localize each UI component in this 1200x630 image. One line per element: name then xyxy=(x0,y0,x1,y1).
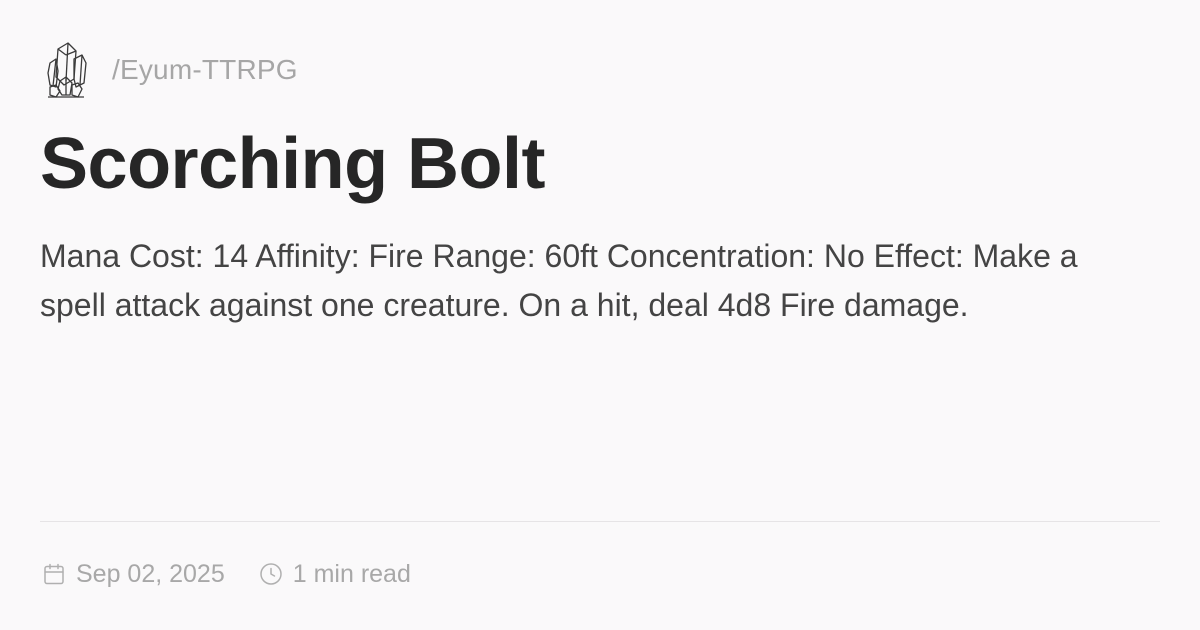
clock-icon xyxy=(260,563,282,585)
calendar-icon xyxy=(44,563,64,585)
crystal-cluster-icon[interactable] xyxy=(44,41,90,99)
site-header: /Eyum-TTRPG xyxy=(44,40,298,100)
read-time-text: 1 min read xyxy=(292,559,411,588)
article-meta: Sep 02, 2025 1 min read xyxy=(42,556,411,592)
page-title: Scorching Bolt xyxy=(40,124,546,204)
publish-date-text: Sep 02, 2025 xyxy=(76,559,225,588)
breadcrumb[interactable]: /Eyum-TTRPG xyxy=(112,54,298,86)
divider xyxy=(40,521,1160,522)
read-time: 1 min read xyxy=(259,560,411,589)
publish-date: Sep 02, 2025 xyxy=(42,560,225,589)
article-description: Mana Cost: 14 Affinity: Fire Range: 60ft… xyxy=(40,238,1078,323)
